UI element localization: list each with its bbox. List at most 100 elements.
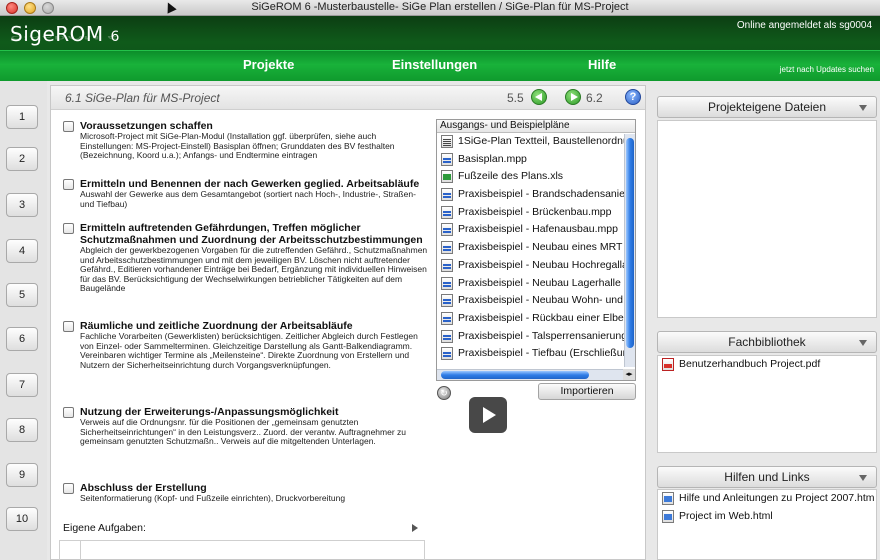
task-checkbox[interactable]	[63, 407, 74, 418]
task-checkbox[interactable]	[63, 321, 74, 332]
import-button[interactable]: Importieren	[538, 383, 636, 400]
task-checkbox[interactable]	[63, 121, 74, 132]
task-description: Fachliche Vorarbeiten (Gewerklisten) ber…	[80, 331, 418, 370]
list-item[interactable]: Hilfe und Anleitungen zu Project 2007.ht…	[658, 490, 876, 508]
file-name: Praxisbeispiel - Neubau Hochregallager	[458, 258, 636, 271]
mpp-icon	[441, 311, 453, 325]
list-item[interactable]: Praxisbeispiel - Brandschadensanierung	[437, 186, 635, 204]
arrow-left-icon	[535, 93, 542, 101]
list-item[interactable]: Praxisbeispiel - Brückenbau.mpp	[437, 204, 635, 222]
task-checkbox[interactable]	[63, 179, 74, 190]
step-button-8[interactable]: 8	[6, 418, 38, 442]
step-button-1[interactable]: 1	[6, 105, 38, 129]
task-item: Nutzung der Erweiterungs-/Anpassungsmögl…	[63, 406, 428, 447]
step-button-4[interactable]: 4	[6, 239, 38, 263]
main-panel-header: 6.1 SiGe-Plan für MS-Project 5.5 6.2 ?	[51, 86, 645, 110]
list-item[interactable]: Praxisbeispiel - Neubau Lagerhalle	[437, 275, 635, 293]
file-name: Praxisbeispiel - Brandschadensanierung	[458, 188, 636, 201]
file-name: Praxisbeispiel - Neubau Wohn- und	[458, 294, 623, 307]
chevron-down-icon	[859, 340, 867, 346]
fachbibliothek-list[interactable]: Benutzerhandbuch Project.pdf	[657, 355, 877, 453]
html-file-icon	[662, 492, 674, 505]
mpp-icon	[441, 223, 453, 237]
step-button-10[interactable]: 10	[6, 507, 38, 531]
file-name: Basisplan.mpp	[458, 152, 527, 165]
nav-einstellungen[interactable]: Einstellungen	[392, 57, 477, 72]
list-item[interactable]: 1SiGe-Plan Textteil, Baustellenordnung	[437, 133, 635, 151]
projekt-dateien-list[interactable]	[657, 120, 877, 318]
next-step-button[interactable]	[565, 89, 581, 105]
file-name: Hilfe und Anleitungen zu Project 2007.ht…	[679, 492, 875, 504]
refresh-icon[interactable]: ↻	[437, 386, 451, 400]
scroll-arrows[interactable]: ◂▸	[623, 369, 635, 380]
panel-title: Fachbibliothek	[728, 335, 806, 349]
list-item[interactable]: Praxisbeispiel - Rückbau einer Elbe	[437, 310, 635, 328]
app-logo: SigeROM 6	[10, 22, 120, 46]
file-name: Praxisbeispiel - Neubau eines MRT	[458, 241, 623, 254]
file-name: Fußzeile des Plans.xls	[458, 170, 564, 183]
step-button-7[interactable]: 7	[6, 373, 38, 397]
list-item[interactable]: Praxisbeispiel - Hafenausbau.mpp	[437, 221, 635, 239]
step-button-2[interactable]: 2	[6, 147, 38, 171]
online-status: Online angemeldet als sg0004	[736, 20, 872, 31]
example-plans-list[interactable]: Ausgangs- und Beispielpläne 1SiGe-Plan T…	[436, 119, 636, 381]
help-icon[interactable]: ?	[625, 89, 641, 105]
title-bar: SiGeROM 6 -Musterbaustelle- SiGe Plan er…	[0, 0, 880, 16]
update-check-link[interactable]: jetzt nach Updates suchen	[780, 65, 874, 74]
file-name: Praxisbeispiel - Talsperrensanierung	[458, 329, 628, 342]
mpp-icon	[441, 329, 453, 343]
vertical-scrollbar[interactable]	[624, 134, 635, 367]
list-item[interactable]: Fußzeile des Plans.xls	[437, 168, 635, 186]
mpp-icon	[441, 152, 453, 166]
prev-step-label: 5.5	[507, 91, 524, 105]
list-item[interactable]: Benutzerhandbuch Project.pdf	[658, 356, 876, 374]
list-item[interactable]: Basisplan.mpp	[437, 151, 635, 169]
app-logo-reflection: SigeROM 6	[10, 36, 120, 42]
eigene-aufgaben-list[interactable]	[59, 540, 425, 560]
nav-hilfe[interactable]: Hilfe	[588, 57, 616, 72]
list-item[interactable]: Praxisbeispiel - Talsperrensanierung	[437, 328, 635, 346]
file-name: Praxisbeispiel - Brückenbau.mpp	[458, 205, 612, 218]
list-item[interactable]: Praxisbeispiel - Neubau Hochregallager	[437, 257, 635, 275]
task-title: Ermitteln auftretenden Gefährdungen, Tre…	[80, 222, 423, 246]
mpp-icon	[441, 276, 453, 290]
expand-arrow-icon[interactable]	[412, 524, 418, 532]
nav-projekte[interactable]: Projekte	[243, 57, 294, 72]
task-item: Ermitteln und Benennen der nach Gewerken…	[63, 178, 428, 209]
prev-step-button[interactable]	[531, 89, 547, 105]
window-title: SiGeROM 6 -Musterbaustelle- SiGe Plan er…	[251, 1, 629, 13]
task-checkbox[interactable]	[63, 483, 74, 494]
list-item[interactable]: Praxisbeispiel - Neubau Wohn- und	[437, 292, 635, 310]
task-description: Microsoft-Project mit SiGe-Plan-Modul (I…	[80, 131, 395, 160]
horizontal-scrollbar[interactable]	[437, 369, 625, 380]
step-sidebar: 1 2 3 4 5 6 7 8 9 10	[0, 81, 47, 560]
video-play-button[interactable]	[469, 397, 507, 433]
hilfen-list[interactable]: Hilfe und Anleitungen zu Project 2007.ht…	[657, 489, 877, 560]
step-button-9[interactable]: 9	[6, 463, 38, 487]
step-button-5[interactable]: 5	[6, 283, 38, 307]
task-description: Seitenformatierung (Kopf- und Fußzeile e…	[80, 493, 346, 503]
list-item[interactable]: Project im Web.html	[658, 508, 876, 526]
scroll-thumb[interactable]	[441, 371, 589, 379]
step-button-6[interactable]: 6	[6, 327, 38, 351]
task-checkbox[interactable]	[63, 223, 74, 234]
eigene-aufgaben-label: Eigene Aufgaben:	[63, 522, 146, 534]
file-name: Project im Web.html	[679, 510, 773, 522]
list-item[interactable]: Praxisbeispiel - Tiefbau (Erschließung)	[437, 345, 635, 363]
list-item[interactable]: Praxisbeispiel - Neubau eines MRT	[437, 239, 635, 257]
step-button-3[interactable]: 3	[6, 193, 38, 217]
file-name: Praxisbeispiel - Hafenausbau.mpp	[458, 223, 618, 236]
projekt-dateien-header[interactable]: Projekteigene Dateien	[657, 96, 877, 118]
task-item: Räumliche und zeitliche Zuordnung der Ar…	[63, 320, 428, 370]
app-header: SigeROM 6 SigeROM 6 Online angemeldet al…	[0, 16, 880, 81]
scroll-thumb[interactable]	[626, 138, 634, 348]
task-description: Auswahl der Gewerke aus dem Gesamtangebo…	[80, 189, 416, 209]
hilfen-header[interactable]: Hilfen und Links	[657, 466, 877, 488]
fachbibliothek-header[interactable]: Fachbibliothek	[657, 331, 877, 353]
next-step-label: 6.2	[586, 91, 603, 105]
arrow-right-icon	[571, 93, 578, 101]
file-name: Benutzerhandbuch Project.pdf	[679, 358, 821, 370]
task-item: Voraussetzungen schaffen Microsoft-Proje…	[63, 120, 428, 161]
mpp-icon	[441, 241, 453, 255]
task-item: Ermitteln auftretenden Gefährdungen, Tre…	[63, 222, 428, 294]
